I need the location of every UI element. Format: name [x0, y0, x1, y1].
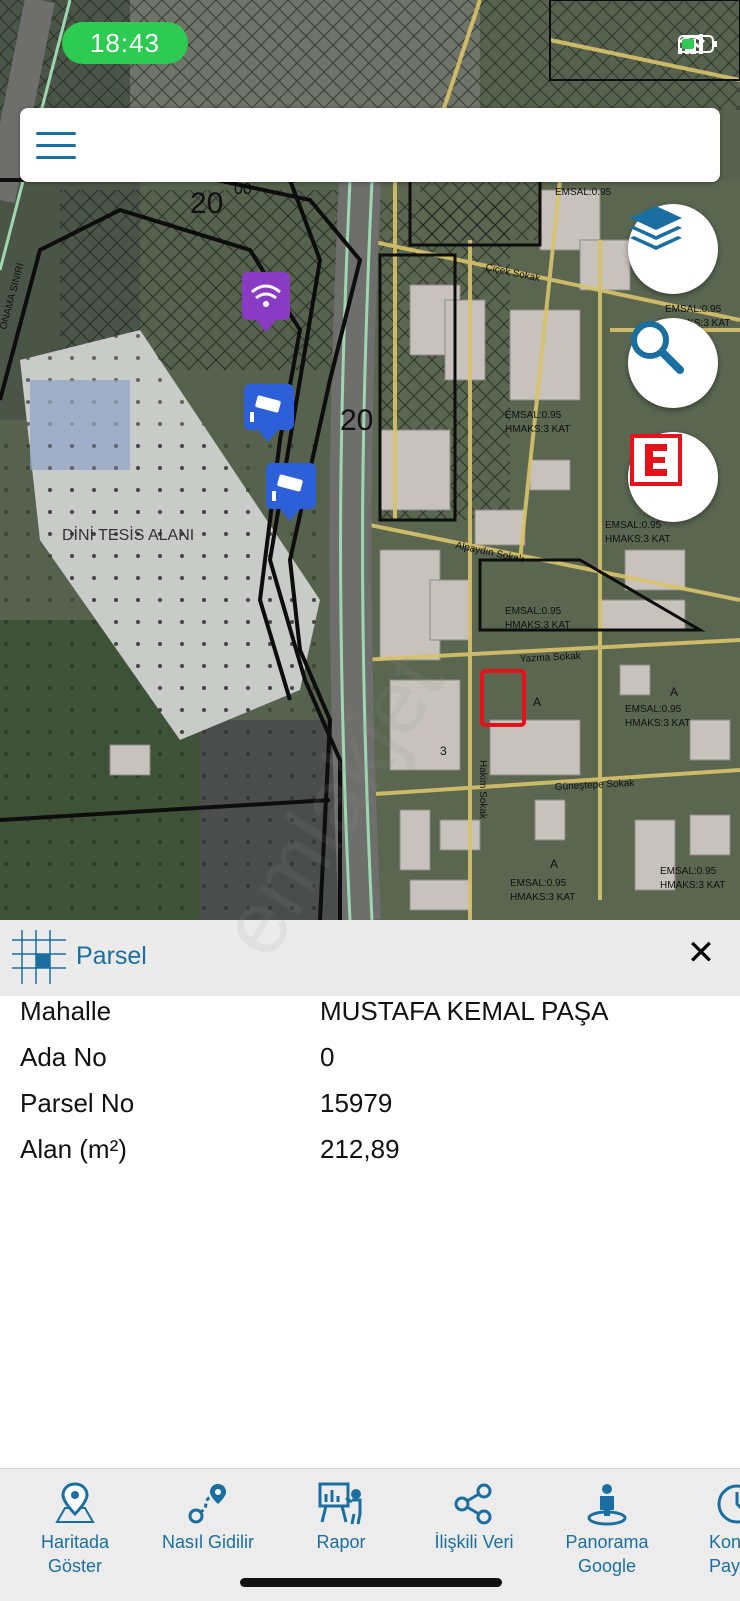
nav-related-data[interactable]: İlişkili Veri	[409, 1479, 539, 1553]
nav-label-2: Göster	[47, 1556, 103, 1576]
search-icon	[631, 321, 684, 374]
zone-number-sup: 00	[234, 181, 252, 198]
hmaks-label-8: HMAKS:3 KAT	[660, 880, 725, 891]
search-button[interactable]	[628, 318, 718, 408]
emsal-label-8: EMSAL:0.95	[660, 866, 717, 877]
layers-icon	[630, 206, 682, 250]
info-row-parsel-no: Parsel No 15979	[0, 1088, 740, 1132]
info-value: 0	[320, 1042, 335, 1072]
info-value: 15979	[320, 1088, 393, 1118]
emsal-label-4: EMSAL:0.95	[605, 520, 662, 531]
nav-label: Kon	[709, 1532, 740, 1552]
status-time: 18:43	[62, 22, 188, 64]
info-label: Parsel No	[20, 1088, 135, 1118]
zone-letter-label-2: A	[670, 685, 678, 699]
home-indicator[interactable]	[240, 1578, 502, 1587]
info-label: Ada No	[20, 1042, 107, 1072]
parcel-grid-icon	[12, 930, 66, 984]
nav-label: İlişkili Veri	[434, 1532, 514, 1552]
nav-directions[interactable]: Nasıl Gidilir	[143, 1479, 273, 1553]
map-pin-icon	[55, 1482, 95, 1523]
emsal-label-7: EMSAL:0.95	[510, 878, 567, 889]
report-icon	[318, 1482, 362, 1525]
streetview-icon	[587, 1484, 627, 1526]
panel-title: Parsel	[76, 942, 147, 970]
nav-label: Panorama	[565, 1532, 649, 1552]
map-view[interactable]: 20 00 20 DİNİ TESİS ALANI EMSAL:0.95 EMS…	[0, 0, 740, 920]
street-label-hakim: Hakim Sokak	[477, 760, 488, 820]
info-value: 212,89	[320, 1134, 400, 1164]
emsal-label-1: EMSAL:0.95	[555, 187, 612, 198]
nav-panorama[interactable]: Panorama Google	[542, 1479, 672, 1577]
emsal-label-3: EMSAL:0.95	[505, 410, 562, 421]
emsal-label-5: EMSAL:0.95	[505, 606, 562, 617]
hmaks-label-7: HMAKS:3 KAT	[510, 892, 575, 903]
pharmacy-button[interactable]	[628, 432, 718, 522]
nav-report[interactable]: Rapor	[276, 1479, 406, 1553]
route-icon	[188, 1484, 226, 1524]
info-row-alan: Alan (m²) 212,89	[0, 1134, 740, 1178]
nav-show-on-map[interactable]: Haritada Göster	[10, 1479, 140, 1577]
info-row-mahalle: Mahalle MUSTAFA KEMAL PAŞA	[0, 996, 740, 1040]
hamburger-menu-icon[interactable]	[36, 132, 76, 160]
info-label: Mahalle	[20, 996, 112, 1026]
close-icon[interactable]: ✕	[684, 936, 718, 970]
nav-label: Rapor	[316, 1532, 366, 1552]
religious-area-label: DİNİ TESİS ALANI	[62, 525, 194, 544]
nav-location-share[interactable]: Kon Pay	[675, 1479, 740, 1577]
search-bar[interactable]	[20, 108, 720, 182]
share-icon	[454, 1483, 492, 1525]
hmaks-label-5: HMAKS:3 KAT	[505, 620, 570, 631]
hmaks-label-3: HMAKS:3 KAT	[505, 424, 570, 435]
pharmacy-e-icon	[630, 434, 682, 486]
hmaks-label-6: HMAKS:3 KAT	[625, 718, 690, 729]
info-label: Alan (m²)	[20, 1134, 127, 1164]
battery-icon	[678, 35, 717, 53]
nav-label: Nasıl Gidilir	[161, 1532, 254, 1552]
emsal-label-2: EMSAL:0.95	[665, 304, 722, 315]
nav-label: Haritada	[40, 1532, 110, 1552]
zone-number-label-2: 20	[340, 404, 373, 437]
layers-button[interactable]	[628, 204, 718, 294]
parcel-number-label: 3	[440, 744, 447, 758]
zone-letter-label-3: A	[550, 857, 558, 871]
info-value: MUSTAFA KEMAL PAŞA	[320, 996, 609, 1026]
info-row-ada-no: Ada No 0	[0, 1042, 740, 1086]
zone-letter-label: A	[533, 695, 541, 709]
zone-number-label: 20	[190, 187, 223, 220]
nav-label-2: Google	[577, 1556, 637, 1576]
hmaks-label-4: HMAKS:3 KAT	[605, 534, 670, 545]
parcel-panel-header: Parsel ✕	[0, 920, 740, 996]
location-share-icon	[717, 1484, 740, 1524]
nav-label-2: Pay	[709, 1556, 740, 1576]
emsal-label-6: EMSAL:0.95	[625, 704, 682, 715]
